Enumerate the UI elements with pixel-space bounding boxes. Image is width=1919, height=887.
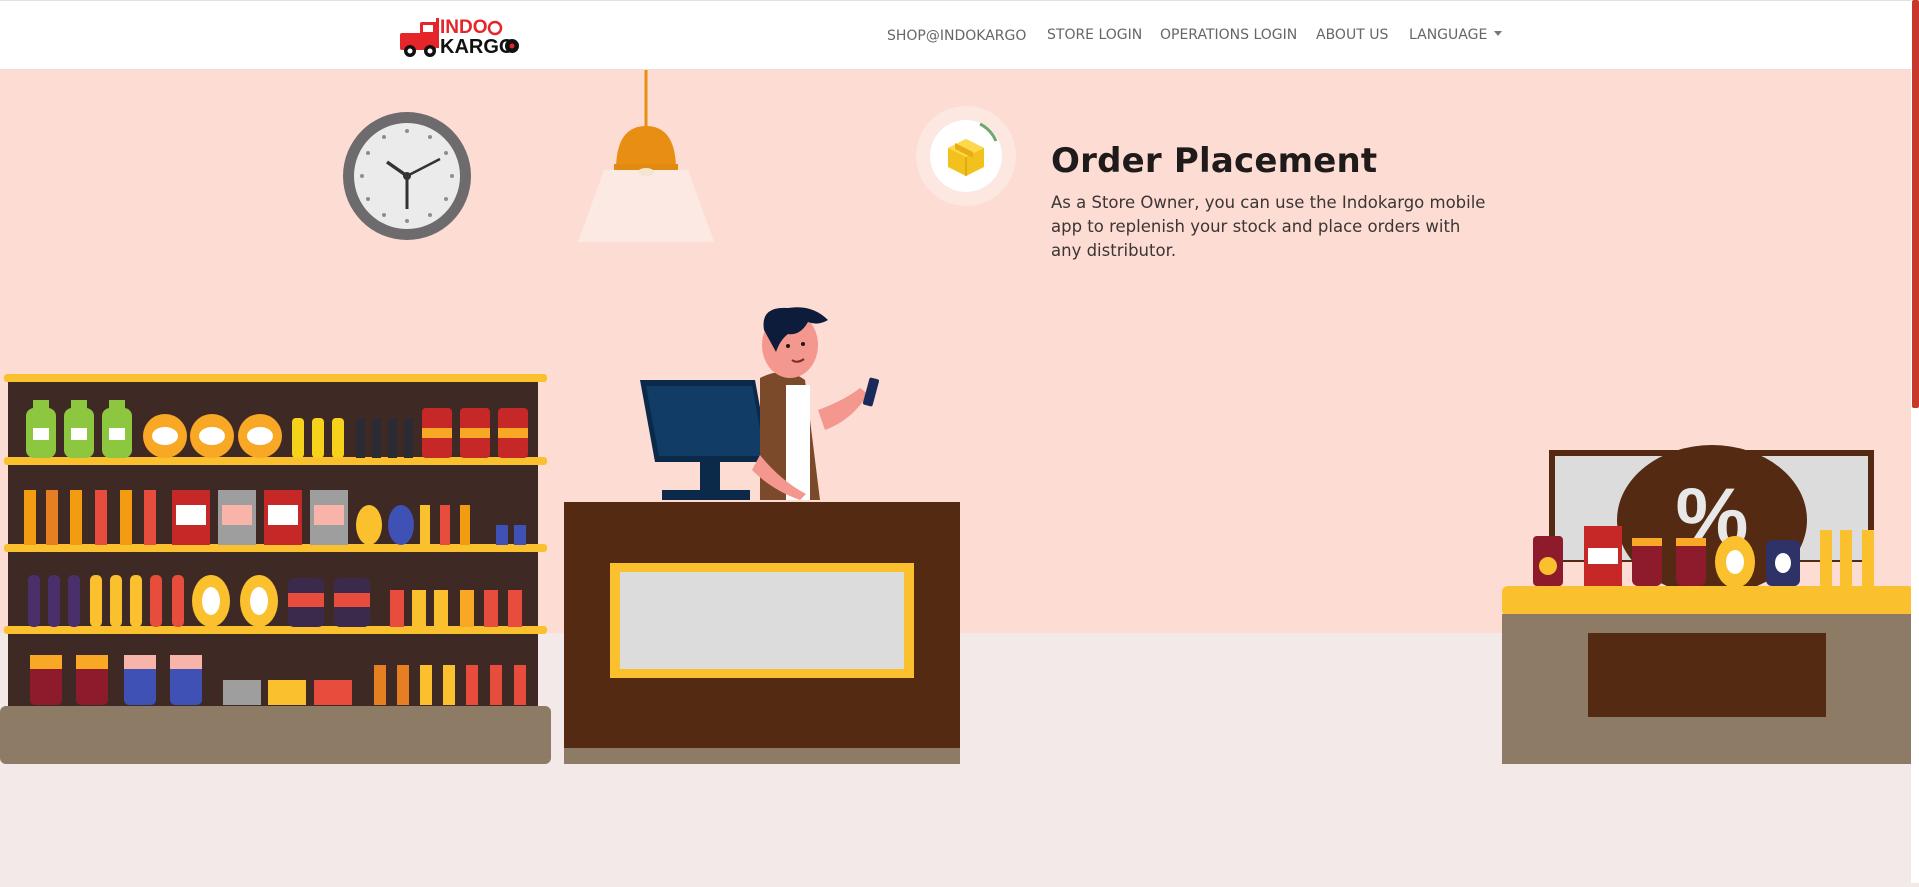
promo-display: % (1502, 445, 1914, 764)
top-navbar: INDO KARGO SHOP@INDOKARGO STORE LOGIN OP… (0, 0, 1919, 70)
store-illustration: % (0, 70, 1919, 883)
language-label: LANGUAGE (1409, 27, 1488, 43)
nav-about-us[interactable]: ABOUT US (1316, 27, 1388, 43)
wall-clock-icon (343, 112, 471, 240)
package-box-icon (916, 106, 1016, 206)
indokargo-logo[interactable]: INDO KARGO (398, 14, 523, 58)
feature-description: As a Store Owner, you can use the Indoka… (1051, 193, 1486, 260)
nav-language-dropdown[interactable]: LANGUAGE (1409, 27, 1503, 43)
nav-operations-login[interactable]: OPERATIONS LOGIN (1160, 27, 1297, 43)
logo-text-indo: INDO (440, 17, 488, 38)
logo-text-kargo: KARGO (440, 36, 514, 58)
feature-title: Order Placement (1051, 141, 1378, 181)
truck-icon (400, 18, 439, 57)
caret-down-icon (1494, 31, 1503, 36)
nav-store-login[interactable]: STORE LOGIN (1047, 27, 1142, 43)
scrollbar-thumb[interactable] (1912, 0, 1919, 408)
grocery-shelf (0, 374, 551, 764)
nav-shop-indokargo[interactable]: SHOP@INDOKARGO (887, 28, 1026, 44)
